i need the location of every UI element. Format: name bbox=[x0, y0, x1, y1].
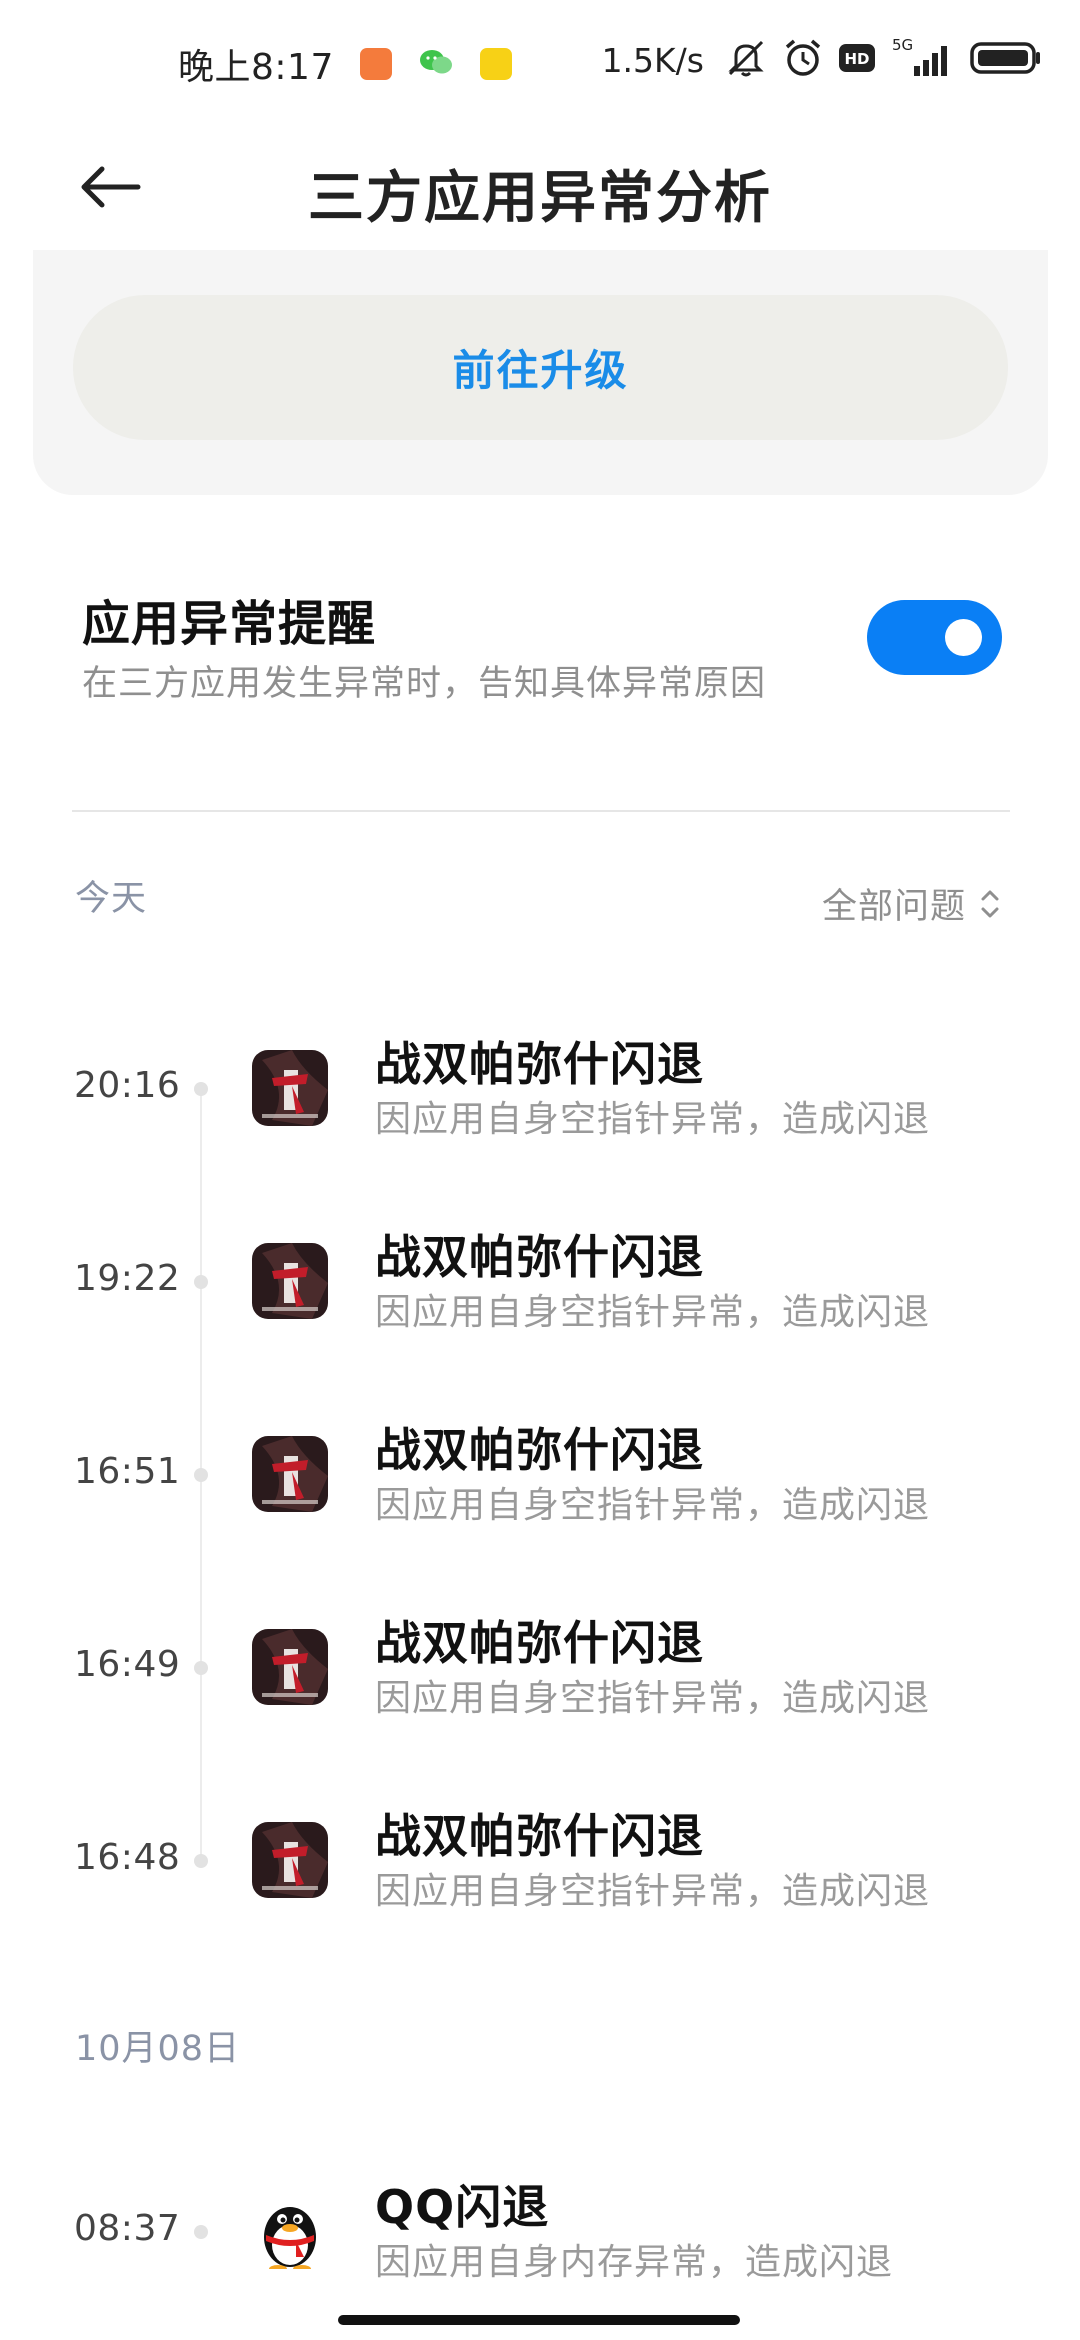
entry-description: 因应用自身空指针异常，造成闪退 bbox=[375, 1485, 931, 1526]
date-label-earlier: 10月08日 bbox=[75, 2029, 241, 2069]
entry-title: 战双帕弥什闪退 bbox=[375, 1616, 704, 1670]
punishing-game-icon bbox=[252, 1822, 328, 1898]
status-bar-left: 晚上8:17 bbox=[178, 38, 512, 90]
network-type-label: 5G bbox=[892, 36, 913, 54]
entry-time: 16:49 bbox=[74, 1644, 181, 1685]
crash-entry[interactable]: 16:51 战双帕弥什闪退 因应用自身空指针异常，造成闪退 bbox=[0, 1406, 1080, 1546]
entry-title: 战双帕弥什闪退 bbox=[375, 1037, 704, 1091]
alarm-icon bbox=[782, 38, 824, 82]
shopping-app-icon bbox=[359, 48, 392, 80]
setting-title: 应用异常提醒 bbox=[82, 596, 377, 652]
divider bbox=[72, 810, 1010, 812]
mute-icon bbox=[724, 38, 768, 82]
status-bar: 晚上8:17 1.5K/s HD 5G bbox=[0, 0, 1080, 125]
entry-time: 08:37 bbox=[74, 2208, 181, 2249]
qq-penguin-icon bbox=[252, 2193, 328, 2269]
entry-title: 战双帕弥什闪退 bbox=[375, 1230, 704, 1284]
filter-row: 今天 全部问题 bbox=[0, 870, 1080, 930]
entry-time: 16:48 bbox=[74, 1837, 181, 1878]
upgrade-button[interactable]: 前往升级 bbox=[73, 295, 1008, 440]
punishing-game-icon bbox=[252, 1050, 328, 1126]
page-title: 三方应用异常分析 bbox=[308, 166, 772, 231]
entry-description: 因应用自身内存异常，造成闪退 bbox=[375, 2242, 894, 2283]
header: 三方应用异常分析 bbox=[0, 125, 1080, 245]
setting-description: 在三方应用发生异常时，告知具体异常原因 bbox=[82, 664, 767, 704]
crash-entry[interactable]: 20:16 战双帕弥什闪退 因应用自身空指针异常，造成闪退 bbox=[0, 1020, 1080, 1160]
status-bar-right: 1.5K/s HD 5G bbox=[602, 36, 1042, 84]
entry-description: 因应用自身空指针异常，造成闪退 bbox=[375, 1099, 931, 1140]
timeline-dot bbox=[194, 1275, 208, 1289]
filter-dropdown[interactable]: 全部问题 bbox=[822, 878, 1002, 929]
home-indicator[interactable] bbox=[338, 2315, 740, 2325]
battery-icon bbox=[970, 40, 1042, 80]
entry-description: 因应用自身空指针异常，造成闪退 bbox=[375, 1678, 931, 1719]
timeline-dot bbox=[194, 2225, 208, 2239]
filter-label: 全部问题 bbox=[821, 887, 966, 927]
updown-chevron-icon bbox=[981, 890, 999, 917]
hd-icon: HD bbox=[838, 42, 876, 78]
punishing-game-icon bbox=[252, 1436, 328, 1512]
timeline-dot bbox=[194, 1661, 208, 1675]
crash-entry[interactable]: 16:48 战双帕弥什闪退 因应用自身空指针异常，造成闪退 bbox=[0, 1792, 1080, 1932]
app-exception-reminder-setting[interactable]: 应用异常提醒 在三方应用发生异常时，告知具体异常原因 bbox=[0, 560, 1080, 730]
entry-time: 19:22 bbox=[74, 1258, 181, 1299]
entry-title: 战双帕弥什闪退 bbox=[375, 1423, 704, 1477]
timeline-dot bbox=[194, 1468, 208, 1482]
entry-title: QQ闪退 bbox=[375, 2180, 550, 2234]
yellow-app-icon bbox=[479, 48, 512, 80]
status-time: 晚上8:17 bbox=[178, 47, 334, 88]
reminder-toggle[interactable] bbox=[867, 600, 1002, 675]
date-label-today: 今天 bbox=[75, 879, 148, 919]
entry-time: 16:51 bbox=[74, 1451, 181, 1492]
entry-description: 因应用自身空指针异常，造成闪退 bbox=[375, 1292, 931, 1333]
timeline-dot bbox=[194, 1854, 208, 1868]
punishing-game-icon bbox=[252, 1243, 328, 1319]
wechat-icon bbox=[418, 46, 454, 82]
svg-text:HD: HD bbox=[844, 50, 869, 68]
entry-title: 战双帕弥什闪退 bbox=[375, 1809, 704, 1863]
entry-time: 20:16 bbox=[74, 1065, 181, 1106]
toggle-knob bbox=[945, 619, 982, 656]
crash-entry[interactable]: 08:37 QQ闪退 因应用自身内存异常，造成闪退 bbox=[0, 2163, 1080, 2303]
upgrade-card: 前往升级 bbox=[33, 250, 1048, 495]
crash-entry[interactable]: 16:49 战双帕弥什闪退 因应用自身空指针异常，造成闪退 bbox=[0, 1599, 1080, 1739]
punishing-game-icon bbox=[252, 1629, 328, 1705]
net-speed: 1.5K/s bbox=[601, 40, 704, 80]
entry-description: 因应用自身空指针异常，造成闪退 bbox=[375, 1871, 931, 1912]
signal-icon: 5G bbox=[890, 36, 956, 84]
crash-entry[interactable]: 19:22 战双帕弥什闪退 因应用自身空指针异常，造成闪退 bbox=[0, 1213, 1080, 1353]
timeline-dot bbox=[194, 1082, 208, 1096]
